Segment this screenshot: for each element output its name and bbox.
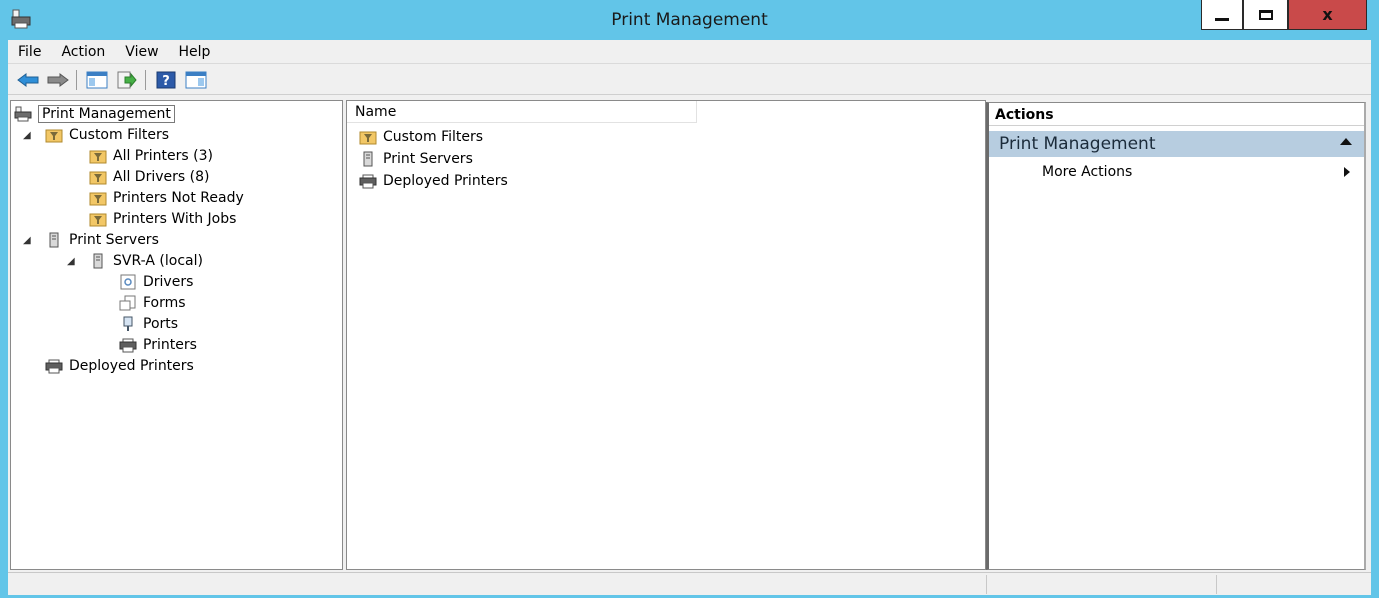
status-bar: [8, 572, 1371, 595]
minimize-button[interactable]: [1201, 0, 1243, 30]
tree-item-all-drivers[interactable]: All Drivers (8): [89, 167, 209, 187]
printer-icon: [119, 338, 137, 353]
tree-item-print-management[interactable]: Print Management: [14, 104, 175, 124]
port-plug-icon: [123, 316, 133, 331]
filter-folder-icon: [89, 150, 107, 164]
results-list-pane[interactable]: Name Custom Filters Print Servers Deploy…: [346, 100, 986, 570]
menu-view[interactable]: View: [125, 44, 158, 60]
forward-button[interactable]: [46, 69, 70, 91]
close-icon: x: [1322, 5, 1333, 24]
tree-item-server[interactable]: ◢ SVR-A (local): [67, 251, 203, 271]
print-management-icon: [14, 106, 32, 122]
server-icon: [363, 151, 373, 167]
printer-icon: [45, 359, 63, 374]
tree-item-printers-not-ready[interactable]: Printers Not Ready: [89, 188, 244, 208]
tree-item-label: Printers Not Ready: [113, 190, 244, 206]
filter-folder-icon: [89, 192, 107, 206]
filter-folder-icon: [45, 129, 63, 143]
tree-item-custom-filters[interactable]: ◢ Custom Filters: [23, 125, 169, 145]
collapse-up-arrow-icon[interactable]: [1340, 138, 1352, 145]
console-tree-pane[interactable]: Print Management ◢ Custom Filters All Pr…: [10, 100, 343, 570]
filter-folder-icon: [359, 131, 377, 145]
show-hide-action-pane-button[interactable]: [184, 69, 208, 91]
tree-item-label: Printers: [143, 337, 197, 353]
actions-pane-title: Actions: [989, 103, 1364, 126]
tree-item-label: Drivers: [143, 274, 194, 290]
tree-item-label: Custom Filters: [69, 127, 170, 143]
svg-text:?: ?: [162, 74, 170, 89]
list-item-label: Print Servers: [383, 151, 473, 167]
tree-item-label: Print Management: [38, 105, 175, 123]
minimize-icon: [1215, 18, 1229, 21]
column-header-name[interactable]: Name: [347, 101, 697, 122]
show-hide-console-tree-icon: [86, 71, 108, 88]
maximize-icon: [1258, 9, 1273, 20]
help-icon: ?: [156, 71, 176, 89]
tree-item-drivers[interactable]: Drivers: [119, 272, 193, 292]
close-button[interactable]: x: [1288, 0, 1367, 30]
list-item-label: Deployed Printers: [383, 173, 508, 189]
menu-help[interactable]: Help: [179, 44, 211, 60]
tree-item-printers-with-jobs[interactable]: Printers With Jobs: [89, 209, 236, 229]
collapse-triangle-icon[interactable]: ◢: [23, 130, 35, 141]
status-cell: [986, 575, 1216, 594]
export-list-button[interactable]: [115, 69, 139, 91]
help-button[interactable]: ?: [154, 69, 178, 91]
actions-pane: Actions Print Management More Actions: [986, 102, 1366, 570]
main-window: File Action View Help ? Print Management…: [8, 40, 1371, 595]
filter-folder-icon: [89, 213, 107, 227]
printer-icon: [359, 174, 377, 189]
maximize-button[interactable]: [1243, 0, 1288, 30]
tree-item-label: All Printers (3): [113, 148, 213, 164]
drivers-icon: [120, 274, 136, 290]
toolbar: ?: [8, 65, 1371, 95]
list-item[interactable]: Custom Filters: [359, 127, 483, 147]
forward-arrow-icon: [47, 72, 69, 87]
server-icon: [49, 232, 59, 248]
back-button[interactable]: [16, 69, 40, 91]
toolbar-separator: [145, 69, 146, 90]
tree-item-label: Print Servers: [69, 232, 159, 248]
menu-bar: File Action View Help: [8, 40, 1371, 64]
forms-icon: [119, 295, 136, 311]
menu-action[interactable]: Action: [61, 44, 105, 60]
list-item-label: Custom Filters: [383, 129, 484, 145]
collapse-triangle-icon[interactable]: ◢: [67, 256, 79, 267]
tree-item-all-printers[interactable]: All Printers (3): [89, 146, 213, 166]
actions-section-label: Print Management: [999, 134, 1156, 154]
submenu-arrow-icon[interactable]: [1344, 167, 1350, 177]
tree-item-label: SVR-A (local): [113, 253, 203, 269]
collapse-triangle-icon[interactable]: ◢: [23, 235, 35, 246]
list-item[interactable]: Print Servers: [359, 149, 473, 169]
tree-item-print-servers[interactable]: ◢ Print Servers: [23, 230, 159, 250]
more-actions-item[interactable]: More Actions: [1042, 164, 1132, 180]
title-bar[interactable]: Print Management x: [0, 0, 1379, 40]
tree-item-printers[interactable]: Printers: [119, 335, 197, 355]
menu-file[interactable]: File: [18, 44, 41, 60]
window-title: Print Management: [611, 10, 768, 30]
toolbar-separator: [76, 69, 77, 90]
back-arrow-icon: [17, 72, 39, 87]
tree-item-label: All Drivers (8): [113, 169, 210, 185]
show-hide-action-pane-icon: [185, 71, 207, 88]
actions-section-print-management[interactable]: Print Management: [989, 131, 1364, 157]
filter-folder-icon: [89, 171, 107, 185]
list-item[interactable]: Deployed Printers: [359, 171, 508, 191]
tree-item-forms[interactable]: Forms: [119, 293, 186, 313]
tree-item-label: Ports: [143, 316, 179, 332]
column-header[interactable]: Name: [347, 101, 697, 123]
tree-item-label: Printers With Jobs: [113, 211, 237, 227]
tree-item-label: Forms: [143, 295, 186, 311]
show-hide-console-tree-button[interactable]: [85, 69, 109, 91]
server-icon: [93, 253, 103, 269]
export-list-icon: [117, 71, 137, 88]
status-cell: [1216, 575, 1361, 594]
tree-item-ports[interactable]: Ports: [119, 314, 178, 334]
tree-item-deployed-printers[interactable]: Deployed Printers: [45, 356, 194, 376]
tree-item-label: Deployed Printers: [69, 358, 194, 374]
